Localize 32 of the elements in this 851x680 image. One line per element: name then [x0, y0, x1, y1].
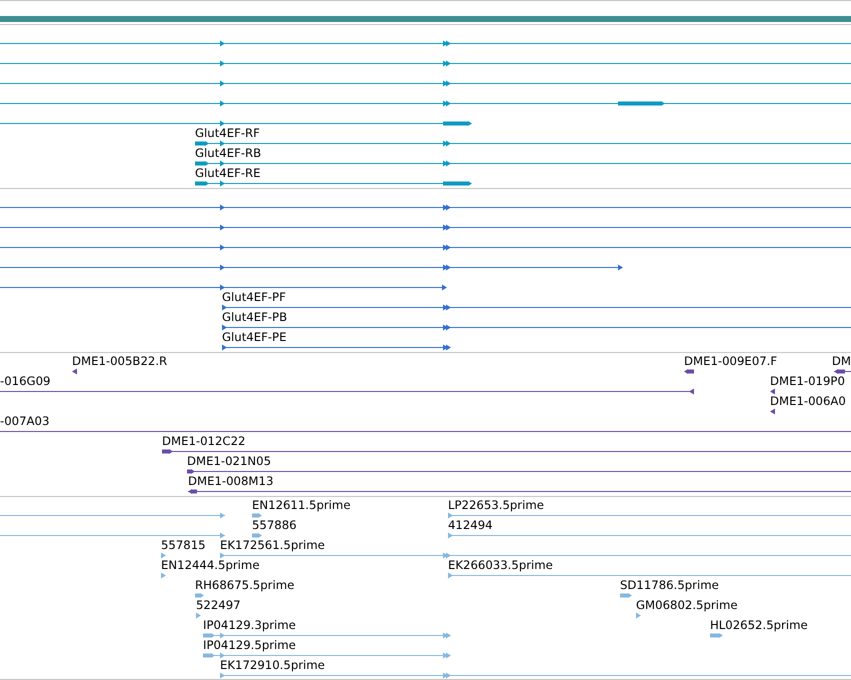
feature-label: DM [832, 354, 851, 368]
feature-label: -007A03 [0, 414, 50, 428]
feature-label: HL02652.5prime [710, 618, 808, 632]
feature-label: DME1-006A0 [770, 394, 846, 408]
feature-label: EK266033.5prime [448, 558, 553, 572]
feature-label: RH68675.5prime [195, 578, 294, 592]
feature-label: EN12444.5prime [161, 558, 260, 572]
feature-label: DME1-009E07.F [684, 354, 778, 368]
feature-label: 557886 [252, 518, 297, 532]
feature-label: EK172561.5prime [220, 538, 325, 552]
feature-label: -016G09 [0, 374, 50, 388]
feature-label: Glut4EF-PE [222, 330, 286, 344]
feature-label: EN12611.5prime [252, 498, 351, 512]
feature-label: 412494 [448, 518, 493, 532]
feature-label: 522497 [196, 598, 241, 612]
feature-label: Glut4EF-PF [222, 290, 286, 304]
feature-label: DME1-019P0 [770, 374, 845, 388]
feature-label: Glut4EF-RF [195, 126, 260, 140]
feature-label: Glut4EF-RB [195, 146, 262, 160]
feature-label: IP04129.5prime [203, 638, 296, 652]
feature-label: IP04129.3prime [203, 618, 296, 632]
feature-label: DME1-021N05 [187, 454, 272, 468]
feature-label: EK172910.5prime [220, 658, 325, 672]
feature-label: SD11786.5prime [620, 578, 719, 592]
feature-label: GM06802.5prime [636, 598, 738, 612]
feature-label: DME1-012C22 [162, 434, 246, 448]
feature-label: DME1-008M13 [188, 474, 274, 488]
feature-label: Glut4EF-PB [222, 310, 288, 324]
feature-label: 557815 [161, 538, 206, 552]
feature-label: LP22653.5prime [448, 498, 544, 512]
feature-label: DME1-005B22.R [72, 354, 168, 368]
feature-label: Glut4EF-RE [195, 166, 261, 180]
